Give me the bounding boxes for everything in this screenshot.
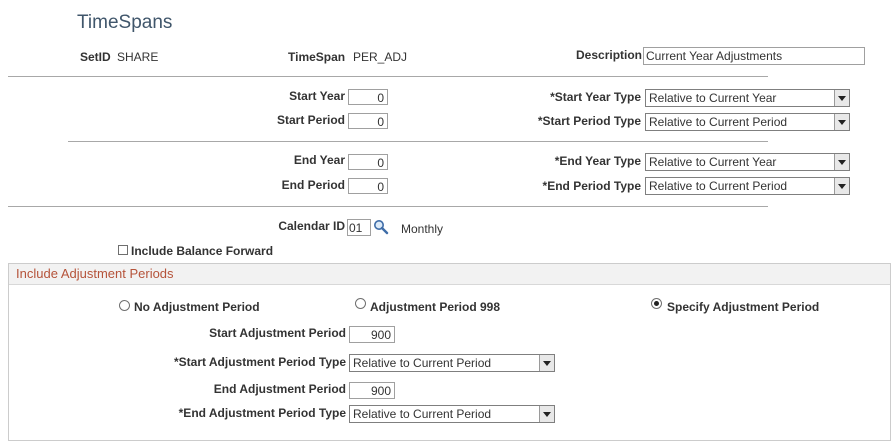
chevron-down-icon[interactable] [834, 178, 849, 194]
no-adjustment-period-label: No Adjustment Period [134, 300, 260, 314]
divider [8, 206, 768, 207]
chevron-down-icon[interactable] [834, 154, 849, 170]
start-adjustment-period-type-value: Relative to Current Period [353, 356, 492, 370]
group-title: Include Adjustment Periods [16, 266, 174, 281]
end-adjustment-period-type-select[interactable]: Relative to Current Period [349, 405, 555, 423]
start-year-type-label: *Start Year Type [550, 90, 641, 104]
timespan-label: TimeSpan [288, 50, 346, 64]
start-period-field[interactable]: 0 [348, 113, 388, 129]
start-period-label: Start Period [276, 113, 345, 127]
chevron-down-icon[interactable] [834, 114, 849, 130]
end-year-type-label: *End Year Type [554, 154, 641, 168]
specify-adjustment-period-radio[interactable] [651, 298, 662, 309]
chevron-down-icon[interactable] [539, 406, 554, 422]
description-label: Description [576, 48, 643, 62]
search-icon[interactable] [373, 219, 389, 235]
end-period-type-value: Relative to Current Period [649, 179, 788, 193]
adjustment-period-998-label: Adjustment Period 998 [370, 300, 501, 314]
end-adjustment-period-type-value: Relative to Current Period [353, 407, 492, 421]
no-adjustment-period-radio[interactable] [119, 300, 130, 311]
start-adjustment-period-type-select[interactable]: Relative to Current Period [349, 354, 555, 372]
adjustment-period-998-radio[interactable] [355, 298, 366, 309]
chevron-down-icon[interactable] [834, 90, 849, 106]
include-balance-forward-label: Include Balance Forward [131, 244, 274, 258]
end-period-type-select[interactable]: Relative to Current Period [645, 177, 850, 195]
end-year-type-value: Relative to Current Year [649, 155, 777, 169]
start-adjustment-period-label: Start Adjustment Period [209, 326, 346, 340]
setid-label: SetID [80, 50, 111, 64]
end-period-type-label: *End Period Type [542, 179, 641, 193]
end-year-field[interactable]: 0 [348, 154, 388, 170]
divider [68, 141, 768, 142]
chevron-down-icon[interactable] [539, 355, 554, 371]
start-year-type-select[interactable]: Relative to Current Year [645, 89, 850, 107]
include-balance-forward-checkbox[interactable] [118, 245, 128, 255]
group-header: Include Adjustment Periods [9, 264, 890, 285]
end-adjustment-period-label: End Adjustment Period [213, 382, 346, 396]
start-year-field[interactable]: 0 [348, 89, 388, 105]
calendar-id-label: Calendar ID [278, 219, 345, 233]
end-year-label: End Year [293, 153, 345, 167]
end-period-label: End Period [281, 178, 345, 192]
start-period-type-value: Relative to Current Period [649, 115, 788, 129]
calendar-description: Monthly [401, 222, 444, 236]
start-adjustment-period-type-label: *Start Adjustment Period Type [173, 355, 346, 369]
specify-adjustment-period-label: Specify Adjustment Period [667, 300, 820, 314]
divider [8, 76, 768, 77]
end-adjustment-period-field[interactable]: 900 [349, 382, 395, 399]
start-year-type-value: Relative to Current Year [649, 91, 777, 105]
calendar-id-field[interactable]: 01 [347, 219, 371, 236]
end-adjustment-period-type-label: *End Adjustment Period Type [178, 406, 346, 420]
end-period-field[interactable]: 0 [348, 178, 388, 194]
start-period-type-label: *Start Period Type [537, 114, 641, 128]
start-period-type-select[interactable]: Relative to Current Period [645, 113, 850, 131]
description-field[interactable]: Current Year Adjustments [643, 47, 865, 65]
timespan-value: PER_ADJ [353, 50, 408, 64]
start-adjustment-period-field[interactable]: 900 [349, 326, 395, 343]
end-year-type-select[interactable]: Relative to Current Year [645, 153, 850, 171]
page-title: TimeSpans [77, 12, 173, 33]
setid-value: SHARE [117, 50, 159, 64]
start-year-label: Start Year [289, 89, 345, 103]
